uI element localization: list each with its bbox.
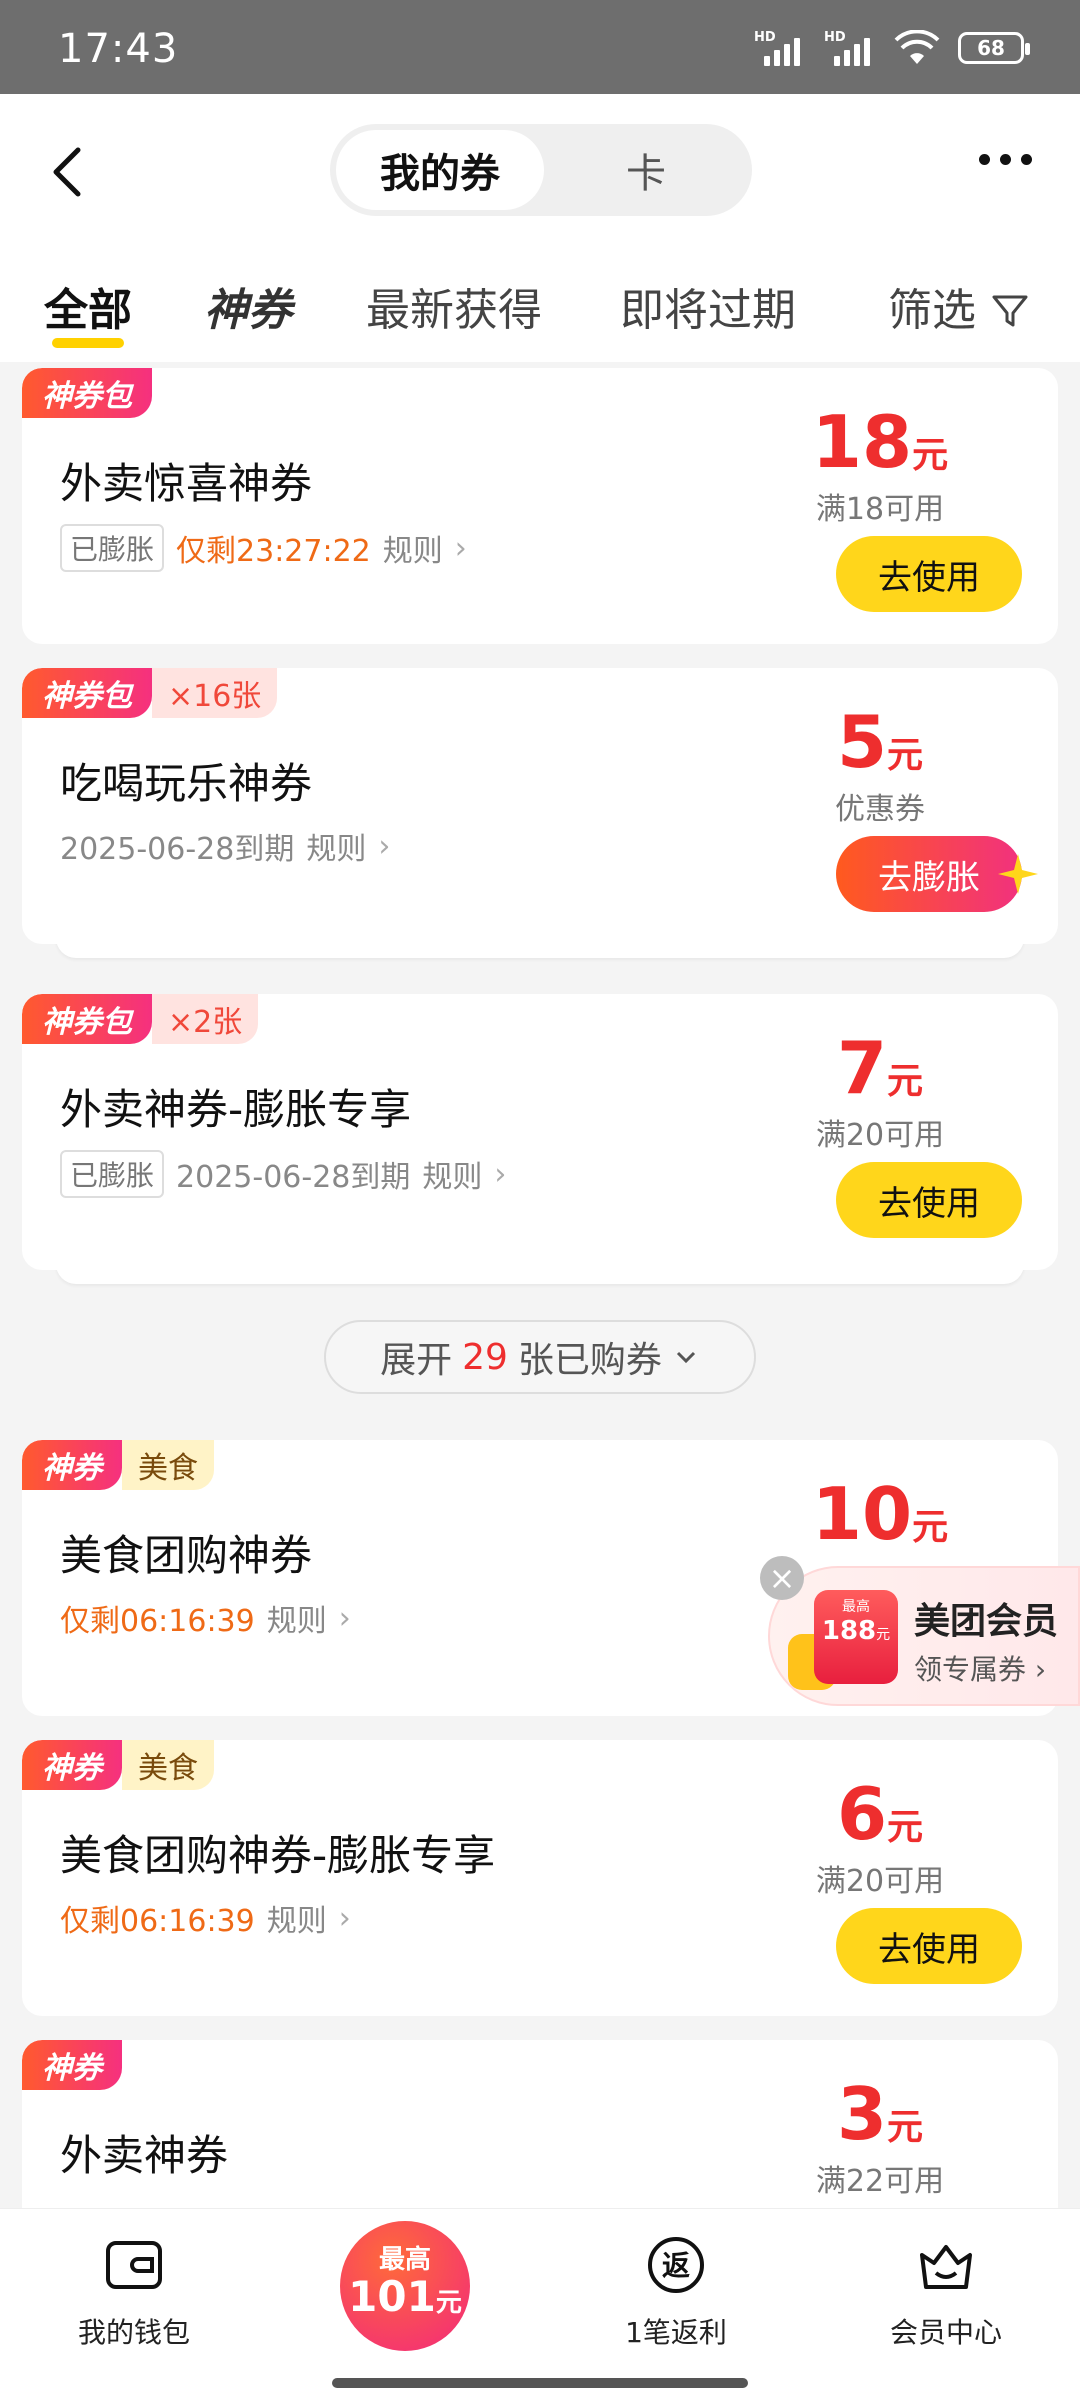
chevron-right-icon: ›: [338, 1900, 351, 1936]
coupon-amount: 6: [836, 1772, 888, 1856]
sparkle-icon: [998, 854, 1038, 894]
svg-text:返: 返: [662, 2249, 690, 2282]
tab-expiring[interactable]: 即将过期: [620, 274, 796, 338]
rule-link[interactable]: 规则: [267, 1596, 327, 1640]
coupon-title: 吃喝玩乐神券: [60, 759, 313, 808]
coupon-pack-tag: 神券包: [22, 994, 152, 1044]
rebate-icon: 返: [648, 2237, 704, 2293]
nav-vip[interactable]: 会员中心: [836, 2233, 1056, 2351]
chevron-right-icon: ›: [338, 1600, 351, 1636]
expiry-date: 2025-06-28到期: [176, 1160, 411, 1195]
coupon-card[interactable]: 神券 外卖神券 3元 满22可用: [22, 2040, 1058, 2230]
wifi-icon: [894, 30, 940, 64]
signal-icon: HD: [754, 30, 806, 66]
coupon-title: 外卖神券-膨胀专享: [60, 1085, 412, 1134]
coupon-tag: 神券: [22, 2040, 122, 2090]
chevron-down-icon: [676, 1351, 695, 1364]
tab-latest[interactable]: 最新获得: [366, 274, 542, 338]
coupon-tag: 神券: [22, 1440, 122, 1490]
inflated-badge: 已膨胀: [60, 1150, 165, 1198]
tab-cards[interactable]: 卡: [546, 130, 746, 210]
expiry-date: 2025-06-28到期: [60, 832, 295, 867]
vip-basket-icon: [920, 2245, 972, 2289]
nav-wallet[interactable]: 我的钱包: [24, 2233, 244, 2351]
coupon-pack-tag: 神券包: [22, 368, 152, 418]
chevron-right-icon: ›: [378, 828, 391, 864]
chevron-right-icon: ›: [454, 530, 467, 566]
coupon-amount: 3: [836, 2072, 888, 2156]
bottom-nav: 我的钱包 最高 101元 返 1笔返利 会员中心: [0, 2208, 1080, 2400]
status-time: 17:43: [58, 26, 179, 72]
coupon-card[interactable]: 神券包 ×16张 吃喝玩乐神券 2025-06-28到期 规则 › 5元 优惠券 …: [22, 668, 1058, 944]
coupon-tag: 神券: [22, 1740, 122, 1790]
coupon-title: 外卖神券: [60, 2131, 229, 2180]
filter-tabs: 全部 神券 最新获得 即将过期 筛选: [0, 254, 1080, 354]
coupon-pack-tag: 神券包: [22, 668, 152, 718]
use-button[interactable]: 去使用: [836, 1908, 1022, 1984]
tab-all[interactable]: 全部: [44, 274, 132, 338]
coupon-count-tag: ×2张: [152, 994, 259, 1044]
coupon-count-tag: ×16张: [152, 668, 278, 718]
status-icons: HD HD 68: [754, 30, 1030, 66]
active-tab-indicator: [52, 338, 124, 348]
coupon-title: 美食团购神券: [60, 1531, 313, 1580]
rule-link[interactable]: 规则: [383, 526, 443, 570]
countdown: 仅剩06:16:39: [60, 1904, 255, 1939]
promo-bubble[interactable]: 最高 101元: [340, 2221, 470, 2351]
member-subtitle: 领专属券 ›: [914, 1653, 1047, 1686]
expand-button[interactable]: 去膨胀: [836, 836, 1022, 912]
coupon-amount: 10: [811, 1472, 913, 1556]
inflated-badge: 已膨胀: [60, 524, 165, 572]
coupon-condition: 满22可用: [815, 2164, 945, 2199]
coupon-card[interactable]: 神券包 外卖惊喜神券 已膨胀 仅剩23:27:22 规则 › 18元 满18可用 …: [22, 368, 1058, 644]
segment-control: 我的券 卡: [330, 124, 752, 216]
battery-icon: 68: [958, 32, 1030, 64]
chevron-right-icon: ›: [494, 1156, 507, 1192]
coupon-amount: 7: [836, 1026, 888, 1110]
nav-rebate[interactable]: 返 1笔返利: [566, 2233, 786, 2351]
tab-my-coupons[interactable]: 我的券: [336, 130, 544, 210]
coupon-condition: 满20可用: [815, 1118, 945, 1153]
home-indicator[interactable]: [332, 2378, 748, 2388]
more-icon[interactable]: [979, 154, 1032, 165]
wallet-icon: [106, 2241, 162, 2289]
header: 我的券 卡 全部 神券 最新获得 即将过期 筛选: [0, 94, 1080, 362]
coupon-amount: 5: [836, 700, 888, 784]
countdown: 仅剩06:16:39: [60, 1604, 255, 1639]
tab-filter[interactable]: 筛选: [888, 274, 1030, 338]
signal-icon-2: HD: [824, 30, 876, 66]
category-tag: 美食: [122, 1440, 214, 1490]
tab-shen-coupon[interactable]: 神券: [204, 274, 292, 338]
expand-purchased-button[interactable]: 展开 29 张已购券: [324, 1320, 756, 1394]
filter-icon: [992, 295, 1028, 327]
purchased-count: 29: [462, 1336, 508, 1378]
use-button[interactable]: 去使用: [836, 536, 1022, 612]
member-badge: 最高 188元: [814, 1590, 898, 1684]
rule-link[interactable]: 规则: [306, 824, 366, 868]
rule-link[interactable]: 规则: [422, 1152, 482, 1196]
back-icon[interactable]: [40, 142, 100, 202]
close-icon[interactable]: ×: [760, 1556, 804, 1600]
use-button[interactable]: 去使用: [836, 1162, 1022, 1238]
member-promo-widget[interactable]: 最高 188元 美团会员 领专属券 ›: [768, 1566, 1080, 1706]
countdown: 仅剩23:27:22: [176, 534, 371, 569]
coupon-card[interactable]: 神券 美食 美食团购神券-膨胀专享 仅剩06:16:39 规则 › 6元 满20可…: [22, 1740, 1058, 2016]
category-tag: 美食: [122, 1740, 214, 1790]
member-title: 美团会员: [914, 1601, 1059, 1642]
rule-link[interactable]: 规则: [267, 1896, 327, 1940]
status-bar: 17:43 HD HD 68: [0, 0, 1080, 94]
coupon-title: 外卖惊喜神券: [60, 459, 313, 508]
coupon-card[interactable]: 神券包 ×2张 外卖神券-膨胀专享 已膨胀 2025-06-28到期 规则 › 7…: [22, 994, 1058, 1270]
coupon-amount: 18: [811, 400, 913, 484]
coupon-condition: 满18可用: [815, 492, 945, 527]
coupon-condition: 满20可用: [815, 1864, 945, 1899]
coupon-title: 美食团购神券-膨胀专享: [60, 1831, 496, 1880]
coupon-condition: 优惠券: [835, 792, 925, 827]
